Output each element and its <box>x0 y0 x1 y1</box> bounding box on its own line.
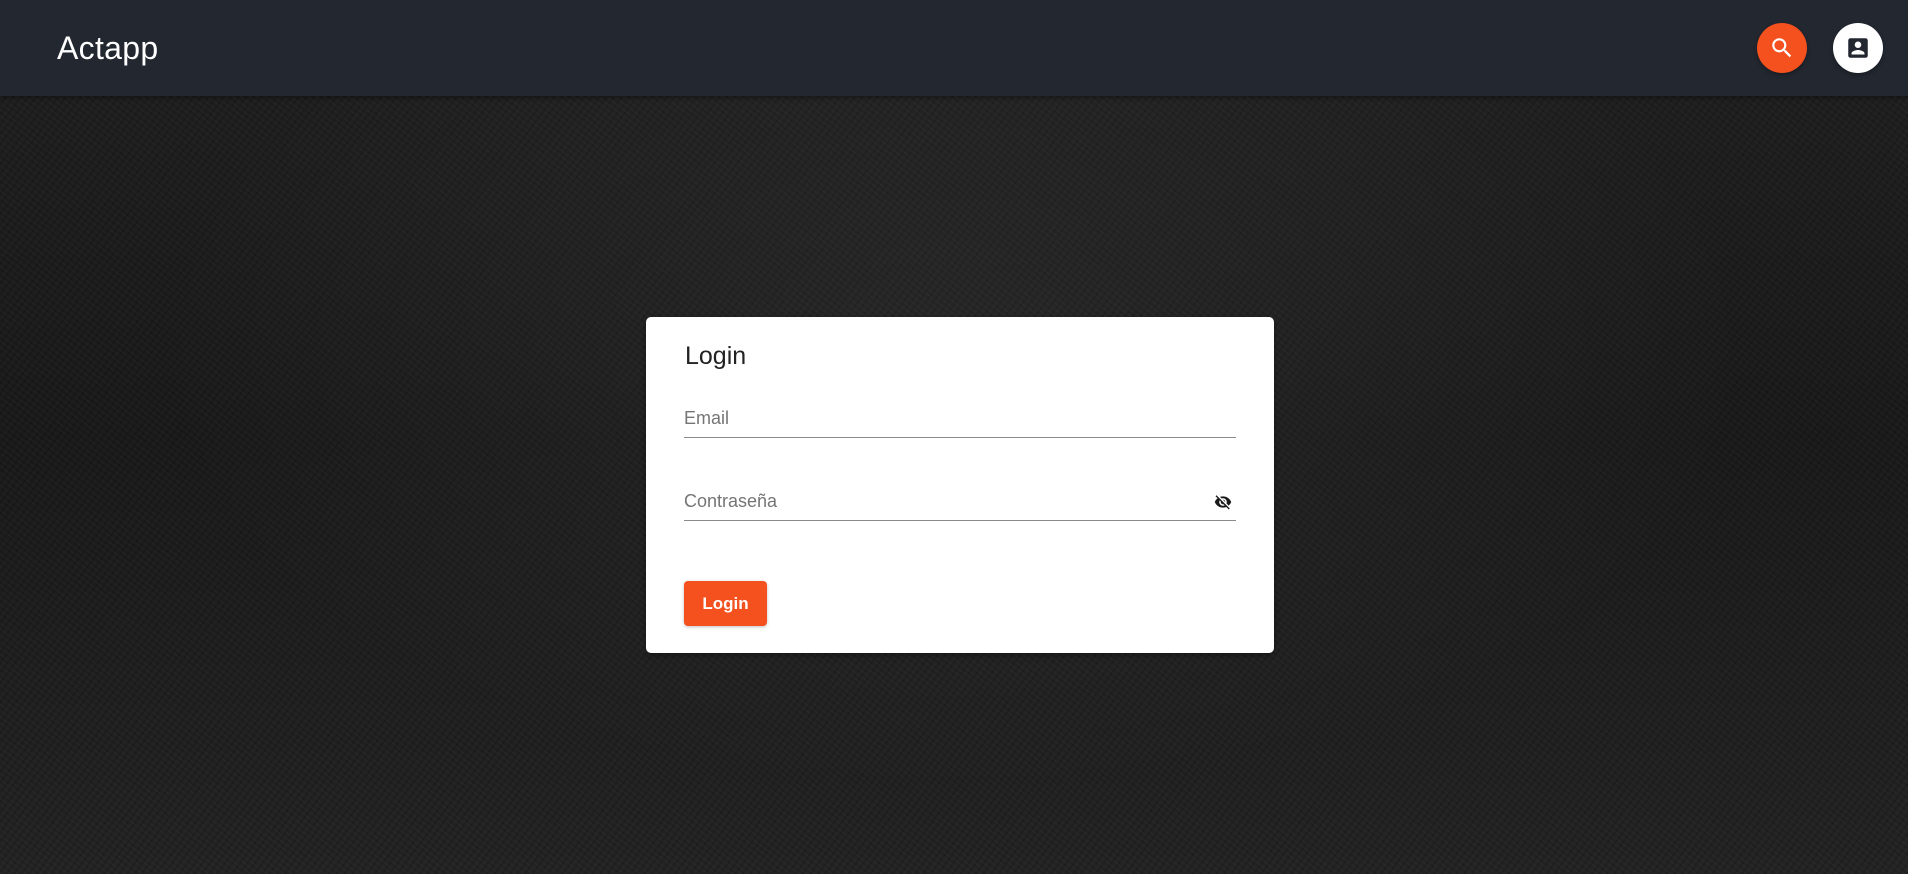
app-title[interactable]: Actapp <box>57 28 158 68</box>
email-input[interactable] <box>684 401 1194 435</box>
login-title: Login <box>685 342 747 370</box>
eye-off-icon <box>1214 495 1232 510</box>
login-button[interactable]: Login <box>684 581 767 626</box>
email-field <box>684 401 1236 438</box>
password-visibility-toggle[interactable] <box>1212 491 1234 513</box>
account-button[interactable] <box>1833 23 1883 73</box>
password-field <box>684 484 1236 521</box>
password-input[interactable] <box>684 484 1194 518</box>
login-card: Login Login <box>646 317 1274 653</box>
search-button[interactable] <box>1757 23 1807 73</box>
top-app-bar: Actapp <box>0 0 1908 96</box>
account-box-icon <box>1848 38 1868 58</box>
search-icon <box>1772 38 1792 58</box>
